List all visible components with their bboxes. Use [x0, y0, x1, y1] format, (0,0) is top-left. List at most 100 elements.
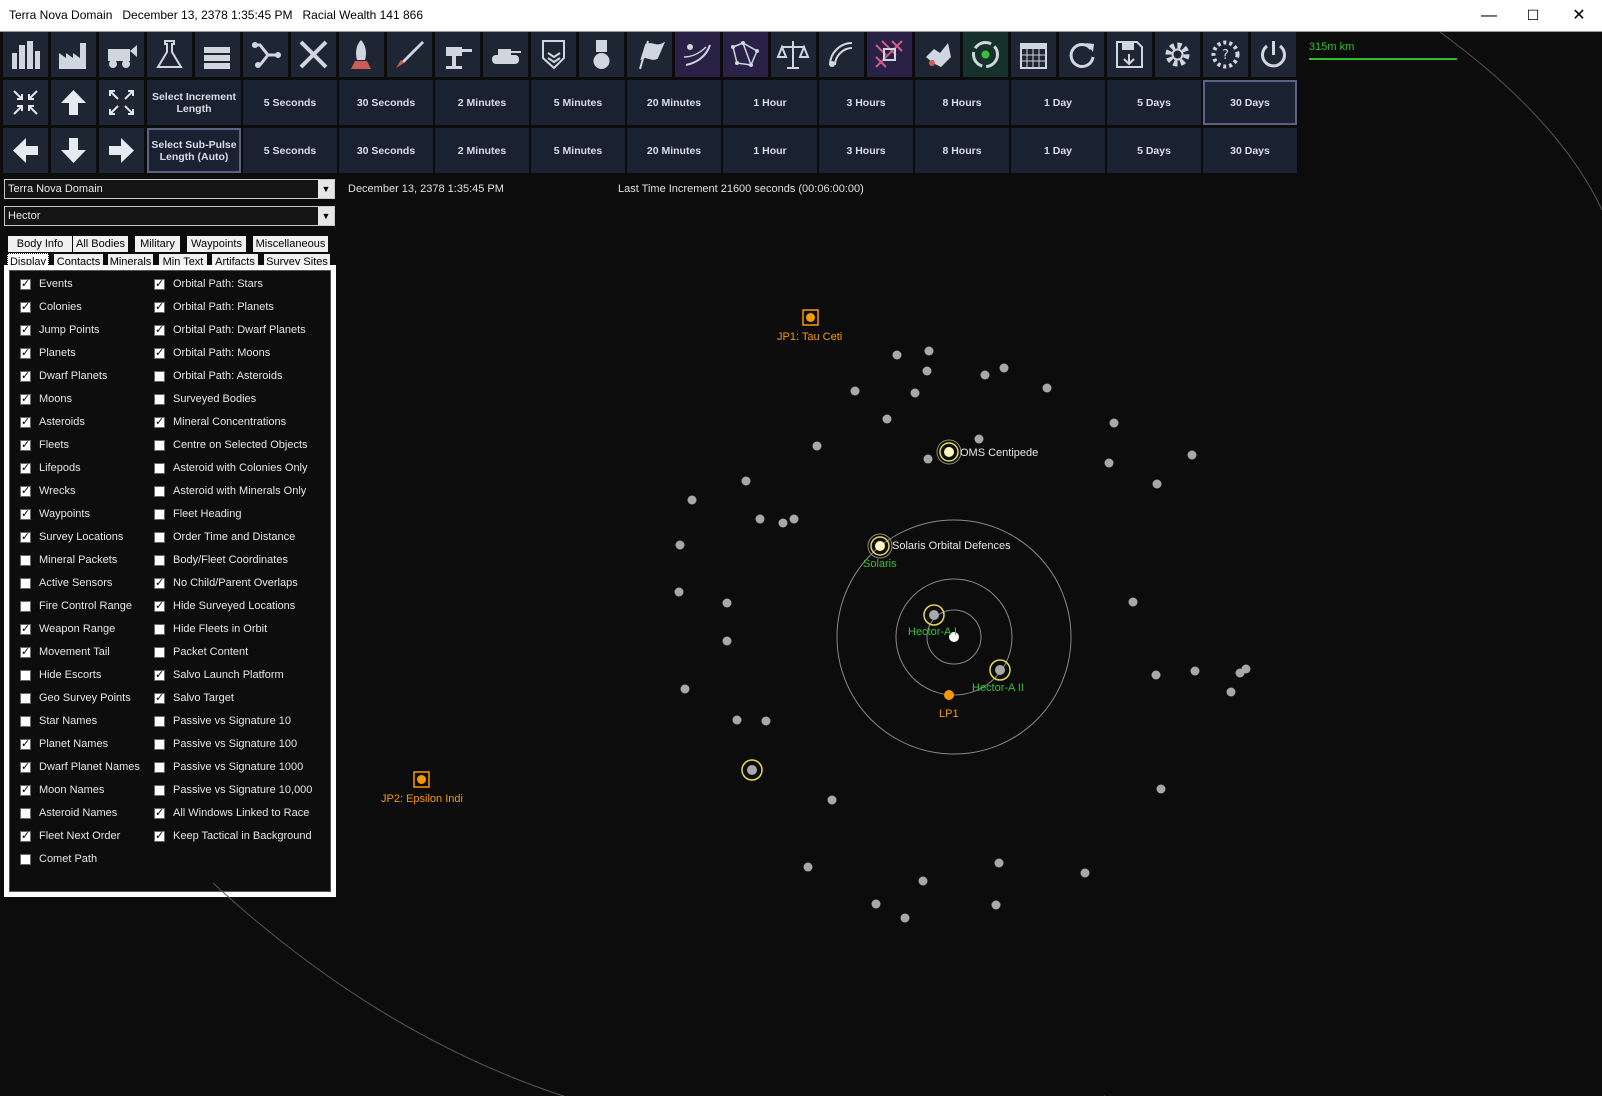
checkbox-unchecked-icon[interactable]	[20, 692, 31, 704]
checkbox-unchecked-icon[interactable]	[154, 646, 165, 658]
display-option-checkbox[interactable]: Fleet Next Order	[20, 827, 120, 845]
checkbox-checked-icon[interactable]	[20, 507, 31, 520]
display-option-checkbox[interactable]: Orbital Path: Asteroids	[154, 367, 282, 385]
checkbox-checked-icon[interactable]	[154, 576, 165, 589]
display-option-checkbox[interactable]: Asteroids	[20, 413, 85, 431]
tab-waypoints[interactable]: Waypoints	[187, 236, 246, 252]
xenoarchaeology-icon[interactable]	[915, 32, 960, 77]
checkbox-unchecked-icon[interactable]	[154, 784, 165, 796]
display-option-checkbox[interactable]: Orbital Path: Stars	[154, 275, 263, 293]
display-option-checkbox[interactable]: Fire Control Range	[20, 597, 132, 615]
research-icon[interactable]	[147, 32, 192, 77]
checkbox-checked-icon[interactable]	[154, 829, 165, 842]
display-option-checkbox[interactable]: Wrecks	[20, 482, 75, 500]
display-option-checkbox[interactable]: Centre on Selected Objects	[154, 436, 308, 454]
shipyard-icon[interactable]	[339, 32, 384, 77]
display-option-checkbox[interactable]: Passive vs Signature 100	[154, 735, 297, 753]
wealth-icon[interactable]	[195, 32, 240, 77]
display-option-checkbox[interactable]: Keep Tactical in Background	[154, 827, 312, 845]
display-option-checkbox[interactable]: Planets	[20, 344, 76, 362]
display-option-checkbox[interactable]: Lifepods	[20, 459, 81, 477]
checkbox-checked-icon[interactable]	[154, 346, 165, 359]
checkbox-checked-icon[interactable]	[20, 829, 31, 842]
mining-icon[interactable]	[99, 32, 144, 77]
checkbox-unchecked-icon[interactable]	[154, 485, 165, 497]
checkbox-unchecked-icon[interactable]	[154, 738, 165, 750]
display-option-checkbox[interactable]: Mineral Concentrations	[154, 413, 286, 431]
display-option-checkbox[interactable]: Salvo Target	[154, 689, 234, 707]
display-option-checkbox[interactable]: Salvo Launch Platform	[154, 666, 284, 684]
refresh-icon[interactable]	[1059, 32, 1104, 77]
display-option-checkbox[interactable]: Waypoints	[20, 505, 90, 523]
close-button[interactable]: ✕	[1556, 0, 1602, 31]
checkbox-checked-icon[interactable]	[154, 323, 165, 336]
checkbox-checked-icon[interactable]	[20, 461, 31, 474]
display-option-checkbox[interactable]: Dwarf Planets	[20, 367, 107, 385]
industry-icon[interactable]	[51, 32, 96, 77]
display-option-checkbox[interactable]: Fleets	[20, 436, 69, 454]
checkbox-checked-icon[interactable]	[20, 622, 31, 635]
subpulse-button[interactable]: 2 Minutes	[435, 128, 529, 173]
subpulse-button[interactable]: 5 Seconds	[243, 128, 337, 173]
medals-icon[interactable]	[579, 32, 624, 77]
checkbox-checked-icon[interactable]	[154, 691, 165, 704]
intelligence-icon[interactable]	[819, 32, 864, 77]
checkbox-checked-icon[interactable]	[20, 323, 31, 336]
display-option-checkbox[interactable]: Colonies	[20, 298, 82, 316]
minimize-button[interactable]: —	[1466, 0, 1512, 31]
missile-icon[interactable]	[387, 32, 432, 77]
technology-icon[interactable]	[867, 32, 912, 77]
recycle-icon[interactable]	[963, 32, 1008, 77]
pan-left-button[interactable]	[3, 128, 48, 173]
checkbox-unchecked-icon[interactable]	[20, 807, 31, 819]
checkbox-checked-icon[interactable]	[20, 277, 31, 290]
population-icon[interactable]	[3, 32, 48, 77]
subpulse-button[interactable]: 20 Minutes	[627, 128, 721, 173]
system-select[interactable]: Hector ▼	[4, 206, 335, 226]
sm-mode-icon[interactable]: ?	[1203, 32, 1248, 77]
display-option-checkbox[interactable]: Hide Escorts	[20, 666, 101, 684]
display-option-checkbox[interactable]: Surveyed Bodies	[154, 390, 256, 408]
display-option-checkbox[interactable]: Moon Names	[20, 781, 104, 799]
increment-button[interactable]: 2 Minutes	[435, 80, 529, 125]
repair-icon[interactable]	[291, 32, 336, 77]
tab-body-info[interactable]: Body Info	[8, 236, 72, 252]
chevron-down-icon[interactable]: ▼	[318, 207, 334, 225]
tab-all-bodies[interactable]: All Bodies	[73, 236, 128, 252]
ship-design-icon[interactable]	[243, 32, 288, 77]
display-option-checkbox[interactable]: Passive vs Signature 10,000	[154, 781, 312, 799]
checkbox-checked-icon[interactable]	[154, 415, 165, 428]
settings-icon[interactable]	[1155, 32, 1200, 77]
checkbox-checked-icon[interactable]	[20, 369, 31, 382]
galactic-map-icon[interactable]	[723, 32, 768, 77]
display-option-checkbox[interactable]: Planet Names	[20, 735, 108, 753]
calendar-icon[interactable]	[1011, 32, 1056, 77]
display-option-checkbox[interactable]: Events	[20, 275, 73, 293]
chevron-down-icon[interactable]: ▼	[318, 180, 334, 198]
checkbox-checked-icon[interactable]	[20, 760, 31, 773]
select-subpulse-button[interactable]: Select Sub-Pulse Length (Auto)	[147, 128, 241, 173]
display-option-checkbox[interactable]: Star Names	[20, 712, 97, 730]
checkbox-checked-icon[interactable]	[20, 737, 31, 750]
tab-miscellaneous[interactable]: Miscellaneous	[253, 236, 328, 252]
increment-button[interactable]: 1 Day	[1011, 80, 1105, 125]
display-option-checkbox[interactable]: Dwarf Planet Names	[20, 758, 140, 776]
checkbox-checked-icon[interactable]	[154, 277, 165, 290]
zoom-in-button[interactable]	[3, 80, 48, 125]
subpulse-button[interactable]: 1 Hour	[723, 128, 817, 173]
checkbox-unchecked-icon[interactable]	[154, 370, 165, 382]
display-option-checkbox[interactable]: Jump Points	[20, 321, 100, 339]
display-option-checkbox[interactable]: Orbital Path: Planets	[154, 298, 274, 316]
checkbox-unchecked-icon[interactable]	[20, 554, 31, 566]
increment-button-selected[interactable]: 30 Days	[1203, 80, 1297, 125]
checkbox-checked-icon[interactable]	[154, 806, 165, 819]
subpulse-button[interactable]: 30 Seconds	[339, 128, 433, 173]
display-option-checkbox[interactable]: Order Time and Distance	[154, 528, 295, 546]
select-increment-button[interactable]: Select Increment Length	[147, 80, 241, 125]
subpulse-button[interactable]: 5 Minutes	[531, 128, 625, 173]
checkbox-checked-icon[interactable]	[20, 346, 31, 359]
display-option-checkbox[interactable]: Passive vs Signature 10	[154, 712, 291, 730]
display-option-checkbox[interactable]: Orbital Path: Moons	[154, 344, 270, 362]
display-option-checkbox[interactable]: Movement Tail	[20, 643, 110, 661]
diplomacy-icon[interactable]	[771, 32, 816, 77]
